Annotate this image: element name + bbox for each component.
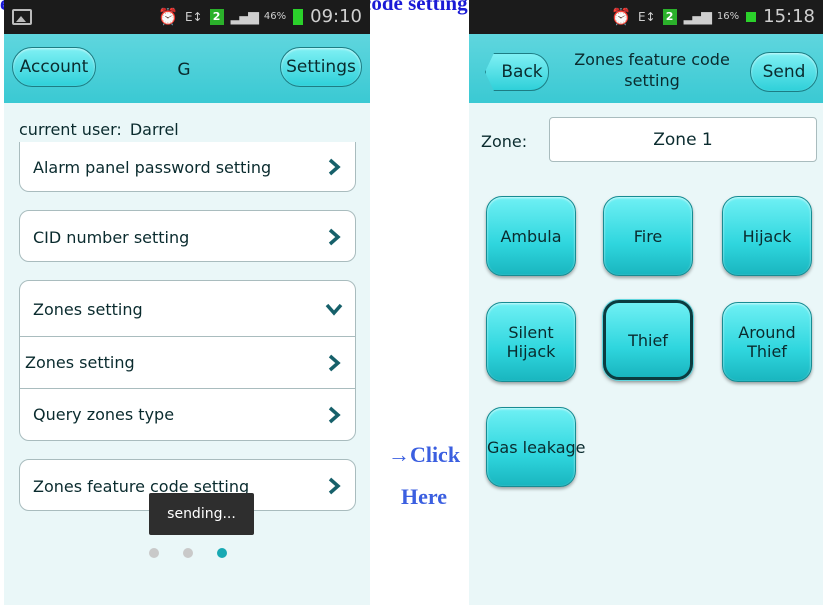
page-dot[interactable] bbox=[149, 548, 159, 558]
header-title: Zones feature code setting bbox=[574, 50, 730, 90]
menu-card-zones: Zones setting Zones setting Query zones … bbox=[19, 280, 356, 441]
signal-icon: ▂▄▆ bbox=[230, 8, 259, 25]
menu-item-label: Zones setting bbox=[25, 353, 135, 372]
click-label-line1: →Click bbox=[387, 442, 461, 467]
sim-badge: 2 bbox=[662, 8, 677, 25]
feature-button-thief[interactable]: Thief bbox=[603, 300, 693, 380]
menu-group-label: Zones setting bbox=[33, 299, 143, 319]
zone-label: Zone: bbox=[481, 132, 528, 151]
feature-button-around-thief[interactable]: Around Thief bbox=[722, 302, 812, 382]
menu-item-label: Query zones type bbox=[33, 405, 175, 424]
app-header: Account G Settings bbox=[4, 34, 370, 103]
status-bar: ⏰ E↕ 2 ▂▄▆ 16% 15:18 bbox=[469, 0, 823, 34]
send-button[interactable]: Send bbox=[750, 52, 818, 92]
menu-group-zones-setting[interactable]: Zones setting bbox=[20, 283, 355, 335]
chevron-right-icon bbox=[328, 477, 341, 495]
chevron-right-icon bbox=[328, 354, 341, 371]
menu-item-cid-number[interactable]: CID number setting bbox=[20, 211, 355, 263]
header-title: G bbox=[177, 60, 191, 80]
left-phone-screen: ⏰ E↕ 2 ▂▄▆ 46% 09:10 Account G Settings … bbox=[4, 0, 370, 605]
right-phone-screen: ⏰ E↕ 2 ▂▄▆ 16% 15:18 Back Zones feature … bbox=[469, 0, 823, 605]
settings-button[interactable]: Settings bbox=[280, 47, 362, 87]
status-time: 09:10 bbox=[310, 6, 362, 27]
status-bar: ⏰ E↕ 2 ▂▄▆ 46% 09:10 bbox=[4, 0, 370, 34]
alarm-clock-icon: ⏰ bbox=[158, 7, 178, 26]
toast-message: sending... bbox=[149, 493, 254, 535]
network-icon: E↕ bbox=[184, 9, 203, 24]
signal-icon: ▂▄▆ bbox=[683, 8, 712, 25]
feature-button-silent-hijack[interactable]: Silent Hijack bbox=[486, 302, 576, 382]
zone-select[interactable]: Zone 1 bbox=[549, 117, 817, 162]
menu-card-cid: CID number setting bbox=[19, 210, 356, 262]
menu-item-label: Alarm panel password setting bbox=[33, 157, 272, 177]
menu-item-query-zones-type[interactable]: Query zones type bbox=[20, 388, 355, 440]
alarm-clock-icon: ⏰ bbox=[611, 7, 631, 26]
account-button[interactable]: Account bbox=[12, 47, 96, 87]
gallery-icon bbox=[12, 9, 32, 25]
current-user-name: Darrel bbox=[129, 120, 179, 139]
click-label-line2: Here bbox=[400, 484, 447, 509]
current-user-label: current user: bbox=[19, 120, 122, 139]
feature-button-ambula[interactable]: Ambula bbox=[486, 196, 576, 276]
app-header: Back Zones feature code setting Send bbox=[469, 34, 823, 103]
sim-badge: 2 bbox=[209, 8, 224, 25]
battery-percent: 16% bbox=[716, 11, 740, 22]
menu-item-zones-setting[interactable]: Zones setting bbox=[20, 336, 355, 388]
feature-button-fire[interactable]: Fire bbox=[603, 196, 693, 276]
status-time: 15:18 bbox=[763, 6, 815, 27]
menu-card-alarm: Alarm panel password setting bbox=[19, 142, 356, 192]
chevron-down-icon bbox=[325, 303, 343, 316]
page-indicator bbox=[149, 548, 227, 558]
click-here-annotation: →Click Here bbox=[380, 434, 468, 518]
feature-button-hijack[interactable]: Hijack bbox=[722, 196, 812, 276]
page-dot-active[interactable] bbox=[217, 548, 227, 558]
chevron-right-icon bbox=[328, 158, 341, 176]
feature-button-gas-leakage[interactable]: Gas leakage bbox=[486, 407, 586, 487]
network-icon: E↕ bbox=[637, 9, 656, 24]
menu-item-label: CID number setting bbox=[33, 227, 190, 247]
chevron-right-icon bbox=[328, 406, 341, 423]
back-button[interactable]: Back bbox=[485, 53, 549, 91]
page-dot[interactable] bbox=[183, 548, 193, 558]
battery-icon bbox=[293, 8, 304, 25]
chevron-right-icon bbox=[328, 228, 341, 246]
current-user: current user: Darrel bbox=[19, 120, 179, 139]
battery-percent: 46% bbox=[263, 11, 287, 22]
menu-item-alarm-panel-password[interactable]: Alarm panel password setting bbox=[20, 142, 355, 192]
battery-icon bbox=[746, 11, 757, 22]
